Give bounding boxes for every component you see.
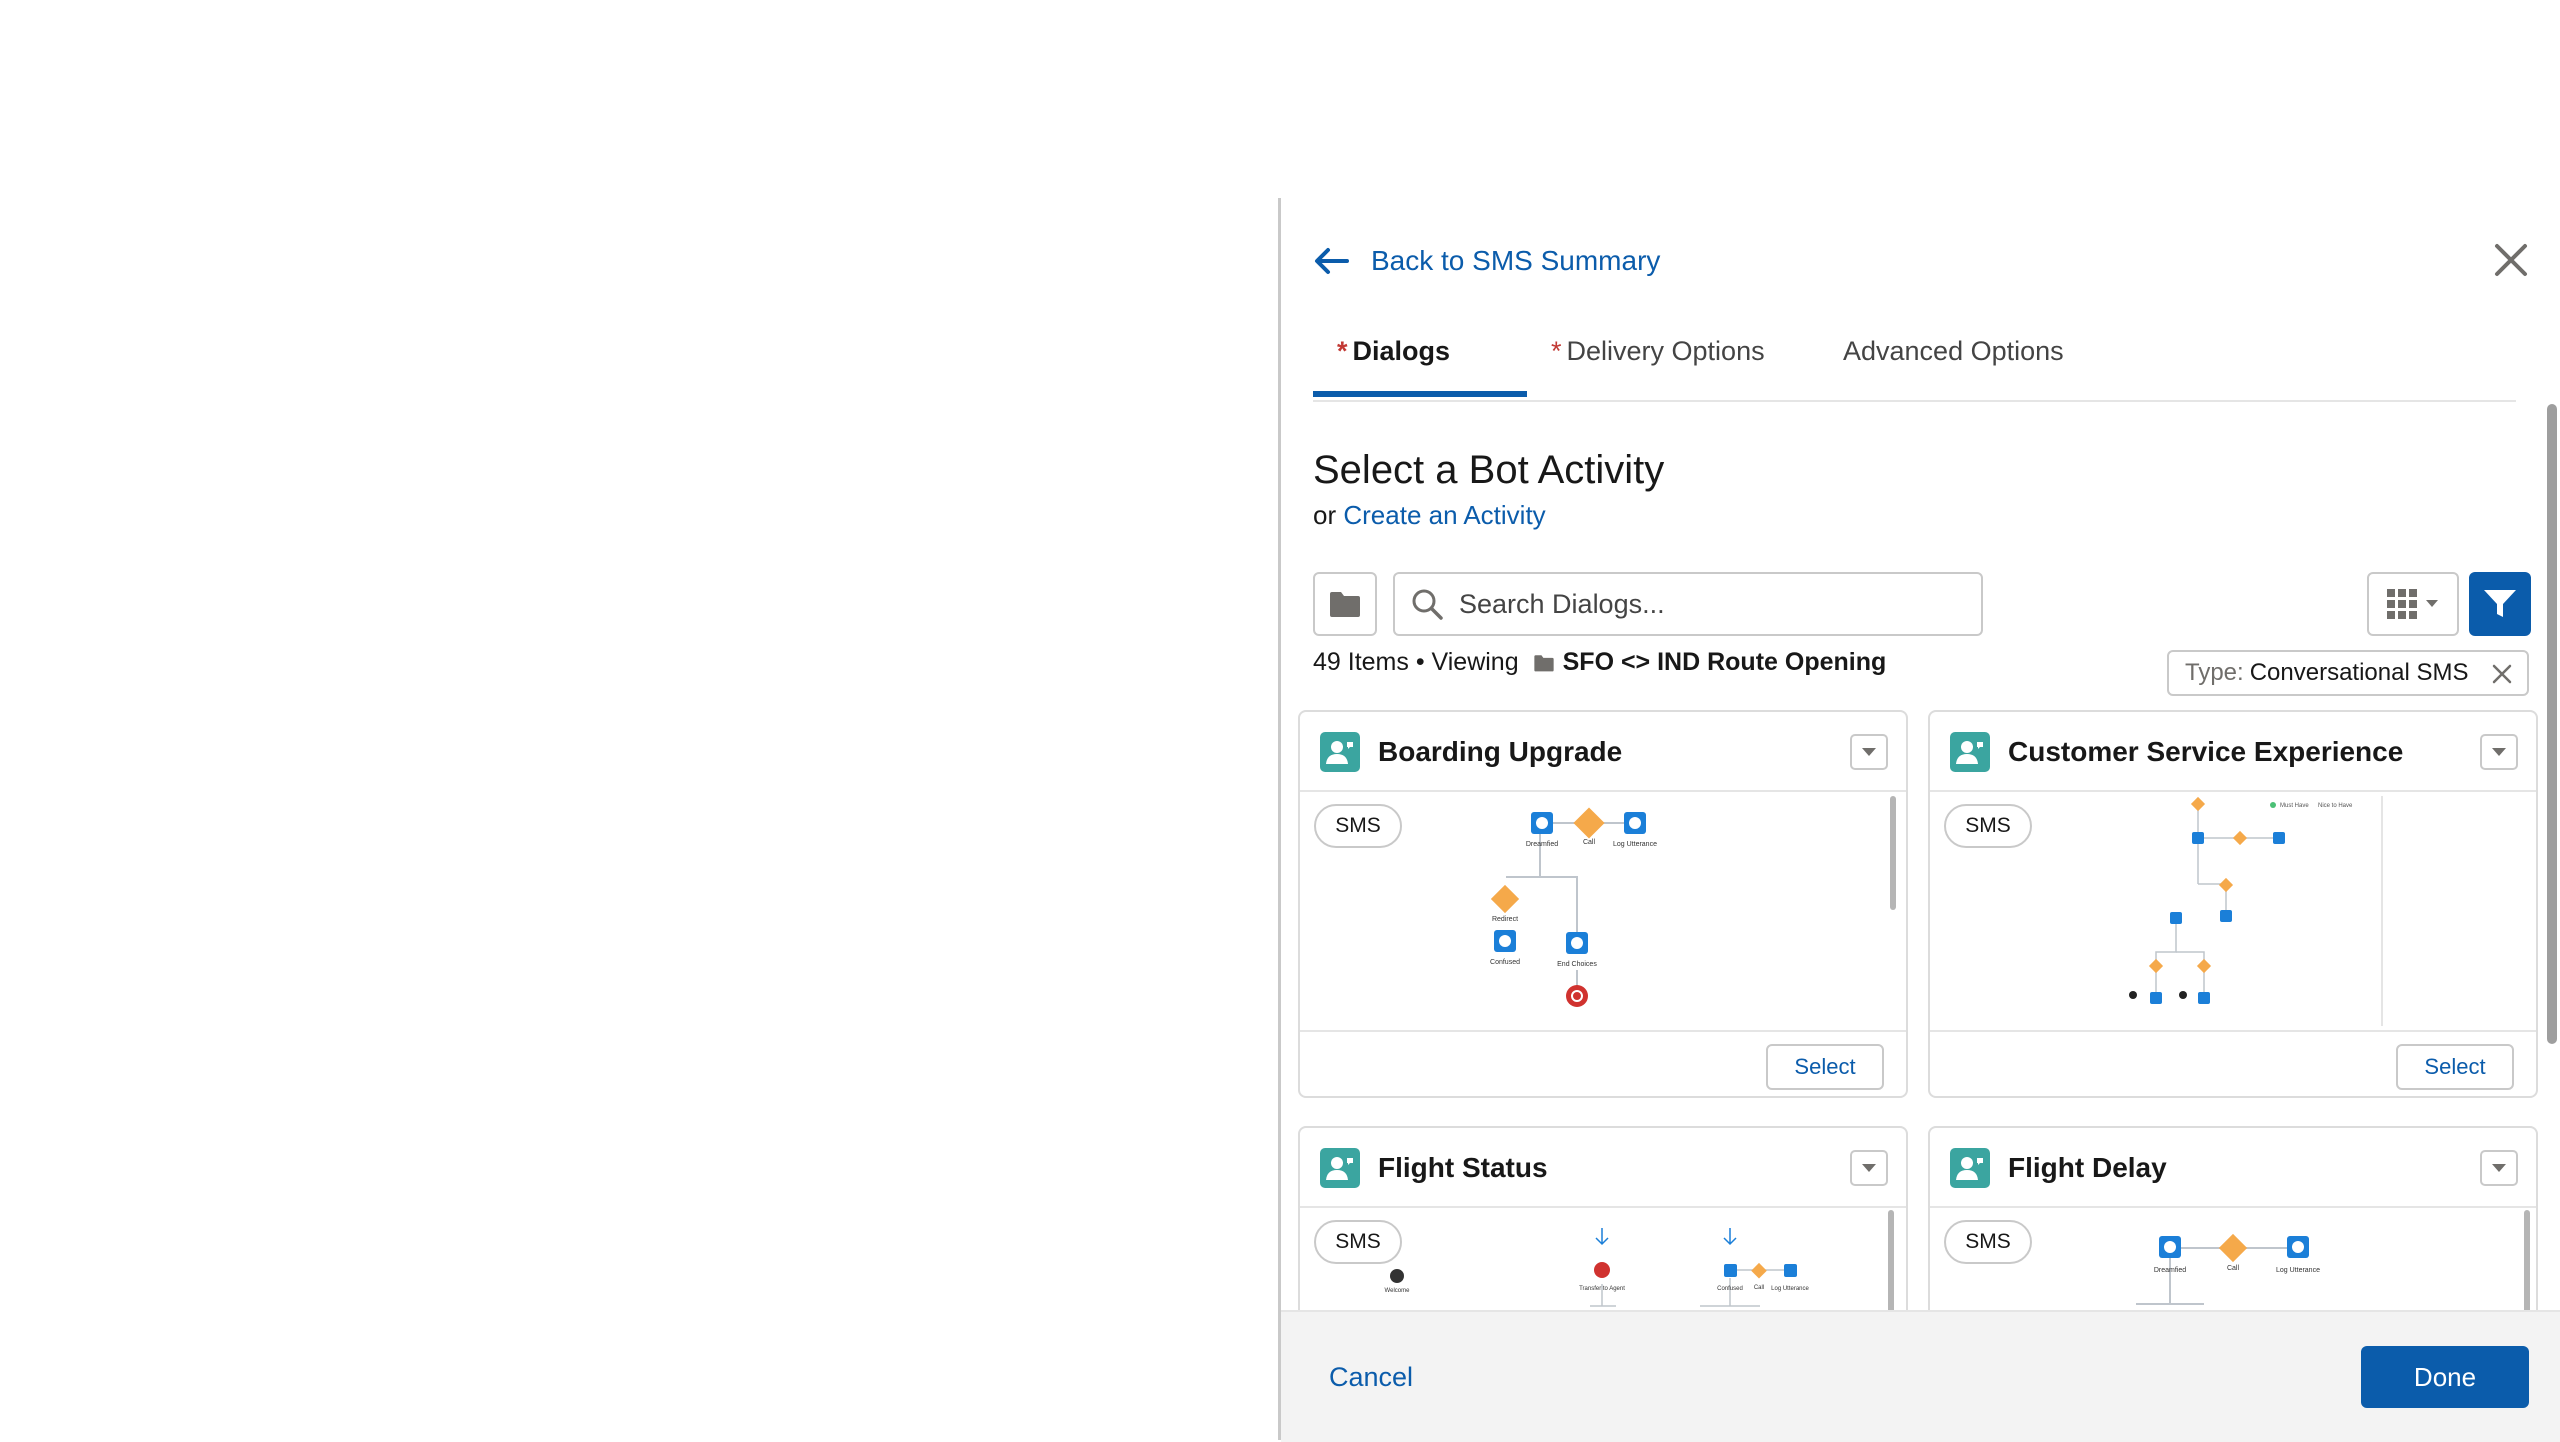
active-tab-indicator [1313, 391, 1527, 397]
search-field[interactable] [1393, 572, 1983, 636]
tab-advanced-options-label: Advanced Options [1843, 336, 2064, 366]
tab-advanced-options[interactable]: Advanced Options [1843, 336, 2064, 367]
card-scrollbar[interactable] [1888, 1210, 1894, 1320]
active-filter-pill: Type: Conversational SMS [2167, 650, 2529, 696]
card-menu-button[interactable] [2480, 734, 2518, 770]
grid-icon [2387, 589, 2417, 619]
tab-dialogs-label: Dialogs [1352, 336, 1451, 366]
node-label: Call [1583, 839, 1596, 846]
node-label: Call [2227, 1265, 2240, 1272]
filter-button[interactable] [2469, 572, 2531, 636]
card-preview: SMS Dreamfied Call Log Utterance [1930, 1208, 2536, 1324]
node-label: Confused [1717, 1286, 1743, 1292]
dialog-card: Flight Delay SMS Dreamfied Call Log Utte… [1928, 1126, 2538, 1326]
card-title: Boarding Upgrade [1378, 736, 1623, 767]
or-text: or [1313, 500, 1337, 530]
card-preview: SMS Must Have Nice to Have [1930, 792, 2536, 1032]
panel-scrollbar[interactable] [2547, 404, 2557, 1044]
chevron-down-icon [2492, 748, 2506, 756]
view-toggle-button[interactable] [2367, 572, 2459, 636]
tab-dialogs[interactable]: * Dialogs [1337, 336, 1450, 367]
search-input[interactable] [1457, 587, 1961, 621]
bot-user-icon [1320, 1148, 1360, 1188]
bot-user-icon [1950, 1148, 1990, 1188]
bot-user-icon [1950, 732, 1990, 772]
done-button[interactable]: Done [2361, 1346, 2529, 1408]
dialog-card: Flight Status SMS Welcome Transfer to Ag… [1298, 1126, 1908, 1326]
card-header: Flight Status [1300, 1128, 1906, 1208]
dialog-card: Boarding Upgrade SMS Dreamfied Call Log … [1298, 710, 1908, 1098]
filter-value: Conversational SMS [2249, 659, 2469, 686]
node-label: Log Utterance [2276, 1267, 2320, 1274]
node-label: Redirect [1492, 916, 1518, 923]
tab-delivery-options[interactable]: * Delivery Options [1551, 336, 1765, 367]
page-title: Select a Bot Activity [1313, 448, 1665, 492]
bot-user-icon [1320, 732, 1360, 772]
tab-delivery-options-label: Delivery Options [1566, 336, 1765, 366]
card-menu-button[interactable] [1850, 734, 1888, 770]
select-button[interactable]: Select [1766, 1044, 1884, 1090]
node-label: Call [1754, 1285, 1764, 1291]
folder-icon [1533, 654, 1554, 671]
close-icon[interactable] [2491, 240, 2531, 280]
item-count: 49 Items • Viewing [1313, 648, 1519, 676]
chevron-down-icon [2492, 1164, 2506, 1172]
node-label: Log Utterance [1771, 1286, 1809, 1292]
dialog-flow-diagram: Welcome Transfer to Agent Confused Call … [1385, 1228, 1810, 1307]
card-footer: Select [1300, 1032, 1906, 1096]
node-label: End Choices [1557, 961, 1597, 968]
card-preview: SMS Dreamfied Call Log Utterance Redirec… [1300, 792, 1906, 1032]
card-scrollbar[interactable] [2524, 1210, 2530, 1320]
filter-icon [2484, 590, 2516, 617]
panel-footer: Cancel Done [1281, 1310, 2560, 1442]
folder-button[interactable] [1313, 572, 1377, 636]
card-header: Flight Delay [1930, 1128, 2536, 1208]
legend-label: Must Have [2280, 803, 2309, 809]
card-header: Boarding Upgrade [1300, 712, 1906, 792]
dialog-flow-diagram: Dreamfied Call Log Utterance Redirect Co… [1490, 807, 1657, 1007]
card-menu-button[interactable] [2480, 1150, 2518, 1186]
dialog-flow-diagram: Must Have Nice to Have [2129, 796, 2383, 1026]
chevron-down-icon [2426, 600, 2438, 607]
search-icon [1412, 589, 1443, 620]
card-scrollbar[interactable] [1890, 796, 1896, 910]
card-title: Flight Status [1378, 1152, 1548, 1183]
required-marker: * [1337, 336, 1348, 366]
filter-key: Type: [2185, 659, 2244, 686]
card-menu-button[interactable] [1850, 1150, 1888, 1186]
back-link-label: Back to SMS Summary [1371, 245, 1661, 276]
card-preview: SMS Welcome Transfer to Agent Confused C… [1300, 1208, 1906, 1324]
chevron-down-icon [1862, 748, 1876, 756]
legend-label: Nice to Have [2318, 803, 2353, 809]
arrow-left-icon [1315, 248, 1349, 274]
dialog-card: Customer Service Experience SMS Must Hav… [1928, 710, 2538, 1098]
node-label: Welcome [1385, 1288, 1411, 1294]
folder-icon [1330, 592, 1360, 617]
create-activity-line: or Create an Activity [1313, 500, 1546, 531]
cancel-button[interactable]: Cancel [1329, 1362, 1413, 1393]
node-label: Dreamfied [2154, 1267, 2186, 1274]
back-to-summary-link[interactable]: Back to SMS Summary [1313, 241, 1660, 281]
results-summary: 49 Items • Viewing SFO <> IND Route Open… [1313, 648, 1886, 677]
card-header: Customer Service Experience [1930, 712, 2536, 792]
card-footer: Select [1930, 1032, 2536, 1096]
required-marker: * [1551, 336, 1562, 366]
chevron-down-icon [1862, 1164, 1876, 1172]
node-label: Log Utterance [1613, 841, 1657, 848]
node-label: Dreamfied [1526, 841, 1558, 848]
select-button[interactable]: Select [2396, 1044, 2514, 1090]
dialog-flow-diagram: Dreamfied Call Log Utterance [2136, 1233, 2320, 1305]
current-folder-name: SFO <> IND Route Opening [1562, 648, 1887, 676]
node-label: Confused [1490, 959, 1520, 966]
card-title: Customer Service Experience [2008, 736, 2404, 767]
tab-bar: * Dialogs * Delivery Options Advanced Opti… [1313, 316, 2516, 402]
remove-filter-icon[interactable] [2491, 663, 2513, 685]
bot-activity-panel: Back to SMS Summary * Dialogs * Delivery O… [1278, 198, 2560, 1442]
node-label: Transfer to Agent [1579, 1286, 1625, 1292]
card-title: Flight Delay [2008, 1152, 2167, 1183]
create-activity-link[interactable]: Create an Activity [1343, 500, 1545, 530]
